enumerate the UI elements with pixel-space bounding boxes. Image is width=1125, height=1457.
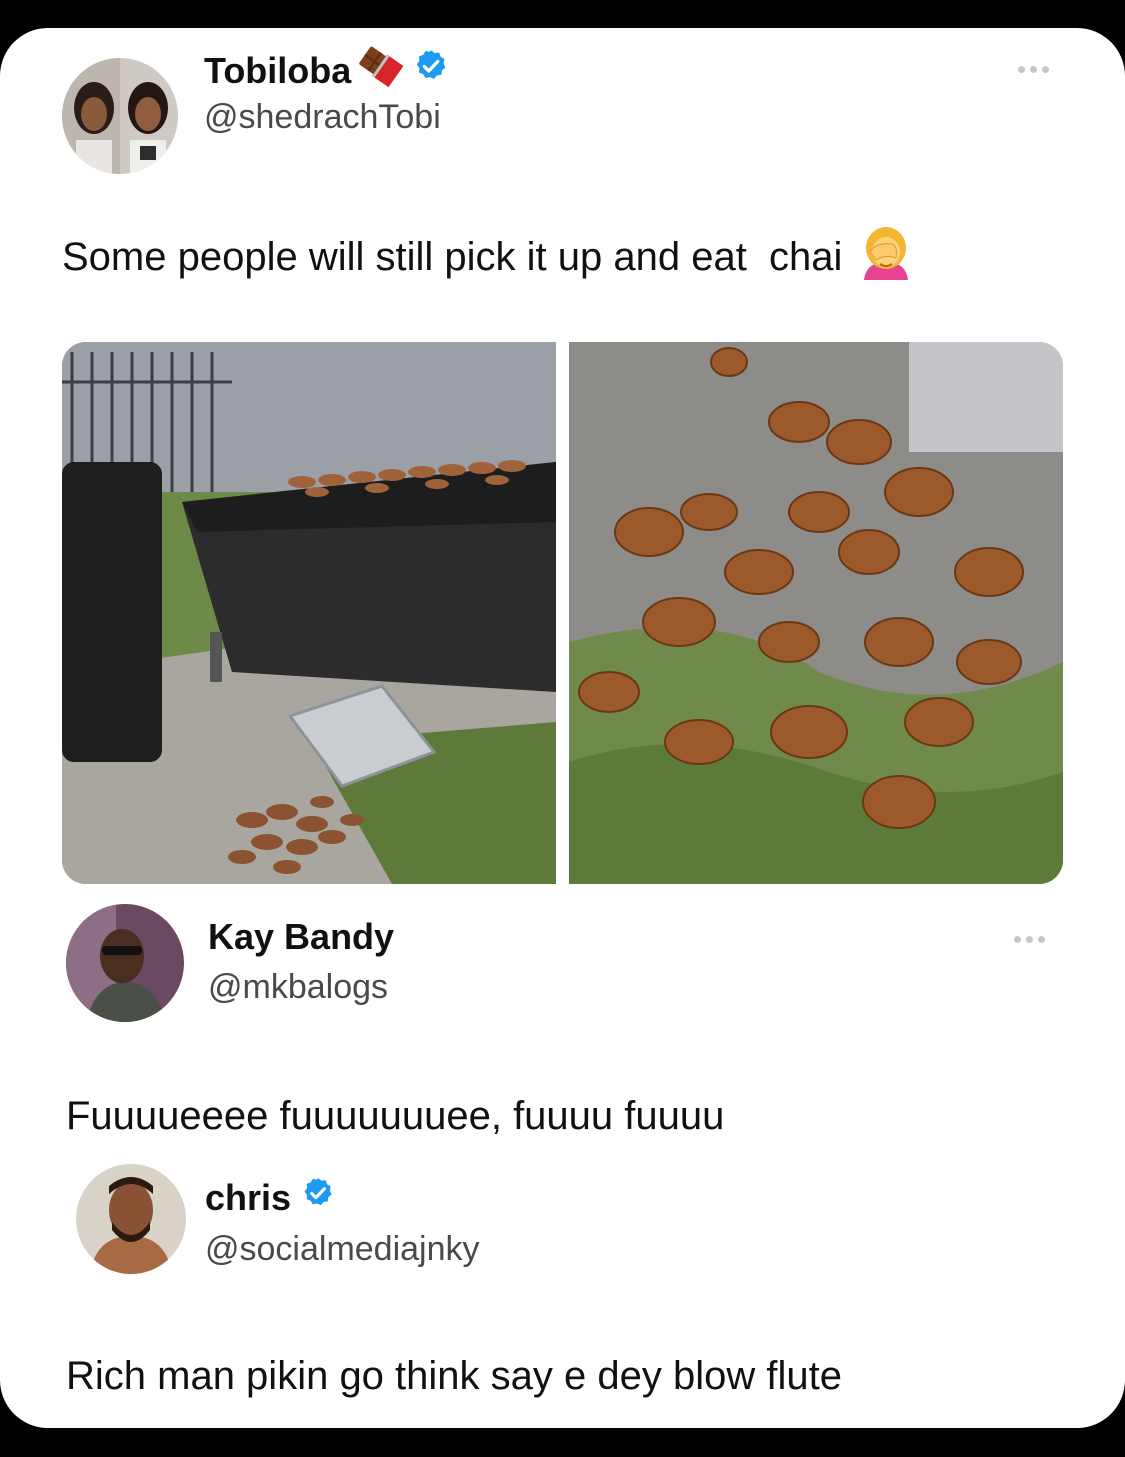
- reply-author-name[interactable]: chris: [205, 1176, 335, 1219]
- grill-with-spilled-wings-photo[interactable]: [62, 342, 556, 884]
- tweet-text: Some people will still pick it up and ea…: [62, 234, 843, 279]
- reply-author-handle[interactable]: @socialmediajnky: [205, 1230, 480, 1269]
- reply-text: Rich man pikin go think say e dey blow f…: [66, 1354, 842, 1398]
- reply-author-name[interactable]: Kay Bandy: [208, 916, 394, 958]
- tweet-text-row: Some people will still pick it up and ea…: [62, 222, 916, 292]
- avatar[interactable]: [66, 904, 184, 1022]
- person-facepalming-icon: [856, 222, 916, 292]
- screenshot-card: Tobiloba @shedrachTobi Some people will …: [0, 28, 1125, 1428]
- author-name-text: Tobiloba: [204, 49, 352, 91]
- more-options-icon[interactable]: [1018, 66, 1049, 73]
- reply-author-handle[interactable]: @mkbalogs: [208, 968, 388, 1007]
- tweet-author-name[interactable]: Tobiloba: [204, 44, 449, 97]
- reply-text: Fuuuueeee fuuuuuuuee, fuuuu fuuuu: [66, 1094, 725, 1138]
- verified-badge-icon: [413, 48, 449, 93]
- wings-on-grass-photo[interactable]: [569, 342, 1063, 884]
- chocolate-bar-icon: [355, 44, 404, 97]
- avatar[interactable]: [76, 1164, 186, 1274]
- tweet-author-handle[interactable]: @shedrachTobi: [204, 98, 441, 137]
- author-name-text: chris: [205, 1176, 292, 1218]
- verified-badge-icon: [301, 1176, 335, 1219]
- more-options-icon[interactable]: [1014, 936, 1045, 943]
- avatar[interactable]: [62, 58, 178, 174]
